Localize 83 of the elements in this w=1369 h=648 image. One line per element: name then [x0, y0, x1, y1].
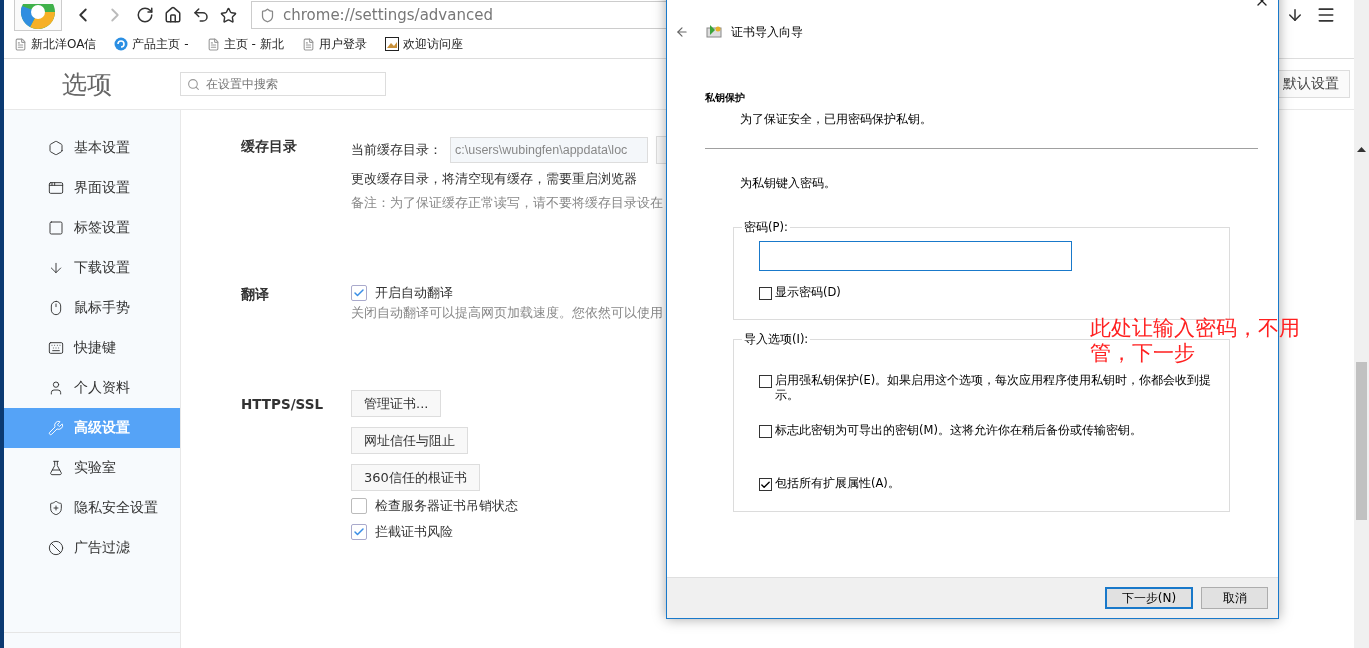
menu-icon[interactable] — [1316, 5, 1336, 25]
hint-text: 关闭自动翻译可以提高网页加载速度。您依然可以使用 — [351, 304, 663, 322]
star-icon[interactable] — [220, 6, 237, 24]
sidebar-item[interactable]: 界面设置 — [4, 168, 180, 208]
page-icon — [14, 37, 27, 51]
hexagon-icon — [48, 140, 64, 156]
hint-text: 备注：为了保证缓存正常读写，请不要将缓存目录设在 — [351, 194, 664, 212]
checkbox-label: 启用强私钥保护(E)。如果启用这个选项，每次应用程序使用私钥时，你都会收到提示。 — [775, 373, 1213, 403]
section-label: 缓存目录 — [241, 137, 298, 156]
user-icon — [48, 380, 64, 396]
section-label: 翻译 — [241, 285, 270, 304]
dialog-button[interactable]: 取消 — [1201, 587, 1268, 609]
certificate-icon — [705, 23, 723, 41]
checkbox[interactable] — [351, 524, 367, 540]
block-icon — [48, 540, 64, 556]
scrollbar-thumb[interactable] — [1356, 362, 1367, 520]
bookmark[interactable]: 主页 - 新北 — [206, 35, 284, 53]
group-legend: 密码(P): — [742, 220, 790, 235]
wrench-icon — [48, 420, 64, 436]
checkbox[interactable] — [351, 498, 367, 514]
dialog-title: 证书导入向导 — [731, 23, 803, 41]
flask-icon — [48, 460, 64, 476]
sidebar-item[interactable]: 实验室 — [4, 448, 180, 488]
search-box[interactable]: 在设置中搜索 — [180, 72, 386, 96]
checkbox-label: 显示密码(D) — [775, 285, 841, 300]
sidebar-item[interactable]: 标签设置 — [4, 208, 180, 248]
note-text: 更改缓存目录，将清空现有缓存，需要重启浏览器 — [351, 170, 638, 188]
settings-button[interactable]: 360信任的根证书 — [351, 464, 480, 491]
sidebar-item[interactable]: 隐私安全设置 — [4, 488, 180, 528]
shield-icon — [260, 7, 275, 23]
page-icon — [206, 37, 220, 51]
field-label: 当前缓存目录： — [351, 141, 442, 159]
page-title: 选项 — [62, 68, 113, 101]
sidebar-item[interactable]: 下载设置 — [4, 248, 180, 288]
download-icon[interactable] — [1286, 6, 1304, 24]
checkbox-label: 检查服务器证书吊销状态 — [375, 497, 518, 515]
checkbox-label: 拦截证书风险 — [375, 523, 453, 541]
sidebar-item[interactable]: 广告过滤 — [4, 528, 180, 568]
checkbox[interactable] — [759, 375, 772, 388]
swirl-icon — [114, 37, 129, 51]
shield-icon — [48, 500, 64, 516]
group-legend: 导入选项(I): — [742, 332, 811, 347]
scroll-up-icon[interactable] — [1354, 146, 1369, 154]
checkbox-label: 包括所有扩展属性(A)。 — [775, 476, 900, 491]
sidebar-item[interactable]: 基本设置 — [4, 128, 180, 168]
key-icon — [48, 340, 64, 356]
step-description: 为了保证安全，已用密码保护私钥。 — [740, 111, 933, 128]
annotation-text: 此处让输入密码，不用管，下一步 — [1090, 316, 1301, 366]
checkbox[interactable] — [351, 285, 367, 301]
bookmark[interactable]: 产品主页 - — [114, 35, 189, 53]
check-icon — [353, 287, 365, 299]
page-icon — [301, 37, 315, 51]
step-heading: 私钥保护 — [705, 91, 746, 105]
bookmark[interactable]: 用户登录 — [301, 35, 367, 53]
reload-icon[interactable] — [136, 6, 154, 24]
sidebar-item[interactable]: 鼠标手势 — [4, 288, 180, 328]
undo-icon[interactable] — [192, 6, 210, 24]
checkbox-label: 标志此密钥为可导出的密钥(M)。这将允许你在稍后备份或传输密钥。 — [775, 423, 1142, 438]
window-icon — [48, 180, 64, 196]
settings-button[interactable]: 管理证书... — [351, 390, 442, 417]
settings-button[interactable]: 网址信任与阻止 — [351, 427, 468, 454]
search-icon — [187, 77, 200, 91]
password-field[interactable] — [759, 241, 1072, 271]
mouse-icon — [48, 300, 64, 316]
prompt-text: 为私钥键入密码。 — [740, 175, 837, 192]
download-icon — [48, 260, 64, 276]
home-icon[interactable] — [164, 6, 182, 24]
checkbox[interactable] — [759, 287, 772, 300]
checkbox-label: 开启自动翻译 — [375, 284, 453, 302]
sidebar-item[interactable]: 个人资料 — [4, 368, 180, 408]
checkbox[interactable] — [759, 478, 772, 491]
sidebar-item[interactable]: 快捷键 — [4, 328, 180, 368]
section-label: HTTPS/SSL — [241, 395, 324, 414]
tab-icon — [48, 220, 64, 236]
checkbox[interactable] — [759, 425, 772, 438]
back-icon[interactable] — [675, 25, 689, 39]
bookmark[interactable]: 新北洋OA信 — [14, 35, 97, 53]
check-icon — [353, 526, 365, 538]
image-icon — [384, 37, 399, 51]
search-field[interactable]: 在设置中搜索 — [204, 76, 378, 92]
bookmark[interactable]: 欢迎访问座 — [384, 35, 463, 53]
dialog-button[interactable]: 下一步(N) — [1105, 587, 1193, 609]
browser-logo[interactable] — [14, 0, 62, 31]
